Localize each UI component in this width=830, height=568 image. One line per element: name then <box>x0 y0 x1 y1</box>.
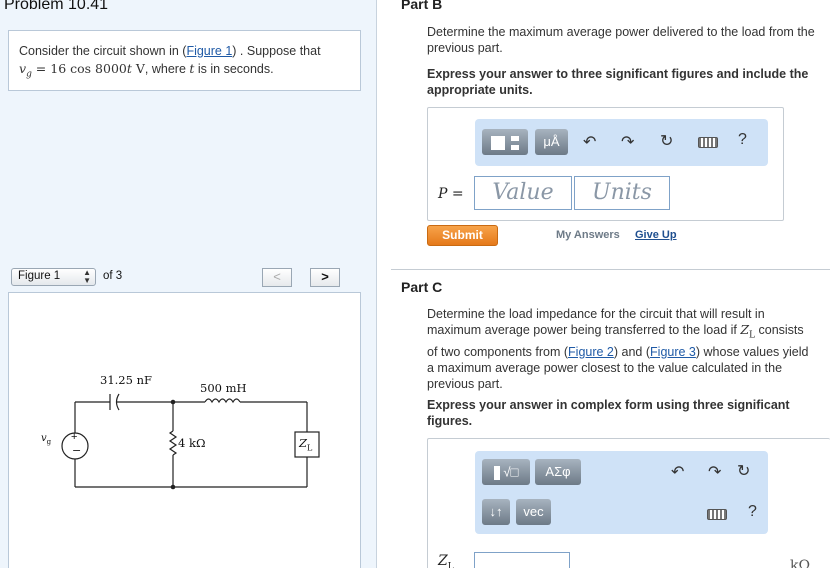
part-b-toolbar: μÅ ↶ ↷ ↻ ? <box>475 119 768 166</box>
impedance-input[interactable] <box>474 552 570 568</box>
inductor-coil <box>204 398 241 404</box>
power-variable-label: P = <box>438 186 464 202</box>
part-c-instruction: Express your answer in complex form usin… <box>427 398 790 428</box>
redo-icon[interactable]: ↷ <box>708 462 721 482</box>
circuit-diagram <box>61 393 320 490</box>
problem-title: Problem 10.41 <box>4 0 109 13</box>
figure-3-link[interactable]: Figure 3 <box>650 345 696 359</box>
redo-icon[interactable]: ↷ <box>621 132 634 152</box>
part-b-title: Part B <box>401 0 443 12</box>
keyboard-icon[interactable] <box>698 137 718 148</box>
my-answers-link[interactable]: My Answers <box>556 229 620 241</box>
problem-line-2: vg = 16 cos 8000t V, where t is in secon… <box>19 61 274 80</box>
help-icon[interactable]: ? <box>738 131 747 149</box>
source-label: vg <box>41 433 52 446</box>
node-dot <box>170 484 176 490</box>
figure-count: of 3 <box>103 270 123 282</box>
submit-button[interactable]: Submit <box>427 225 498 246</box>
value-input[interactable]: Value <box>474 176 572 210</box>
part-b-instruction: Express your answer to three significant… <box>427 67 809 97</box>
figure-select[interactable]: Figure 1 ▲ ▼ <box>11 268 96 286</box>
problem-line-1: Consider the circuit shown in (Figure 1)… <box>19 44 321 58</box>
greek-button[interactable]: ΑΣφ <box>535 459 581 485</box>
reset-icon[interactable]: ↻ <box>660 131 673 151</box>
next-figure-button[interactable]: > <box>310 268 340 287</box>
part-c-toolbar: √□ ΑΣφ ↶ ↷ ↻ ↓↑ vec ? <box>475 451 768 534</box>
units-input[interactable]: Units <box>574 176 670 210</box>
problem-statement: Consider the circuit shown in (Figure 1)… <box>8 30 361 91</box>
sqrt-icon: √□ <box>503 464 519 480</box>
figure-panel: 31.25 nF 500 mH 4 kΩ ZL vg + − <box>8 292 361 568</box>
sort-button[interactable]: ↓↑ <box>482 499 510 525</box>
template-icon <box>493 465 500 480</box>
source-minus: − <box>72 444 82 457</box>
vec-button[interactable]: vec <box>516 499 551 525</box>
column-divider <box>376 0 377 568</box>
load-label: ZL <box>299 436 313 453</box>
undo-icon[interactable]: ↶ <box>583 132 596 152</box>
source-plus: + <box>71 431 78 443</box>
keyboard-icon[interactable] <box>707 509 727 520</box>
prev-figure-button[interactable]: < <box>262 268 292 287</box>
select-stepper-icon: ▲ ▼ <box>83 268 91 285</box>
impedance-unit: kΩ <box>790 558 811 568</box>
part-c-title: Part C <box>401 279 443 295</box>
part-separator <box>391 269 830 270</box>
templates-button[interactable] <box>482 129 528 155</box>
part-c-question: Determine the load impedance for the cir… <box>427 307 809 391</box>
resistor-zigzag <box>168 430 178 456</box>
resistor-label: 4 kΩ <box>178 436 206 450</box>
units-button[interactable]: μÅ <box>535 129 568 155</box>
give-up-link[interactable]: Give Up <box>635 229 677 241</box>
node-dot <box>170 399 176 405</box>
impedance-variable-label: ZL <box>438 553 454 568</box>
undo-icon[interactable]: ↶ <box>671 462 684 482</box>
capacitor-label: 31.25 nF <box>100 373 152 387</box>
help-icon[interactable]: ? <box>748 503 757 521</box>
figure-2-link[interactable]: Figure 2 <box>568 345 614 359</box>
part-b-question: Determine the maximum average power deli… <box>427 25 815 55</box>
reset-icon[interactable]: ↻ <box>737 461 750 481</box>
figure-nav-bar: Figure 1 ▲ ▼ of 3 < > <box>8 267 343 289</box>
inductor-label: 500 mH <box>200 381 247 395</box>
template-icon <box>490 135 505 150</box>
figure-1-link[interactable]: Figure 1 <box>186 44 232 58</box>
templates-button[interactable]: √□ <box>482 459 530 485</box>
fraction-icon <box>511 135 520 150</box>
